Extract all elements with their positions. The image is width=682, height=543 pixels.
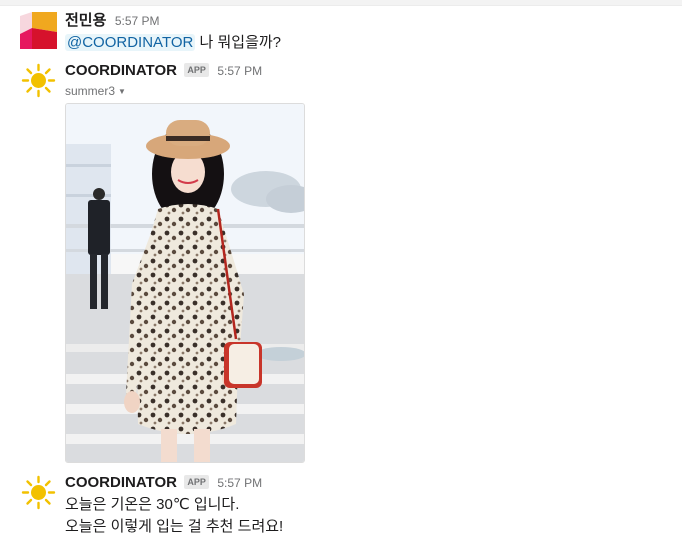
- attachment-title[interactable]: summer3 ▼: [65, 82, 674, 100]
- image-photo: [66, 104, 304, 462]
- sun-icon: [21, 475, 56, 510]
- timestamp[interactable]: 5:57 PM: [217, 64, 262, 78]
- bot-avatar[interactable]: [20, 62, 57, 99]
- message-line: 오늘은 이렇게 입는 걸 추천 드려요!: [65, 518, 284, 535]
- top-divider: [0, 0, 682, 6]
- message-line: 오늘은 기온은 30℃ 입니다.: [65, 496, 240, 513]
- message-body: 나 뭐입을까?: [195, 34, 282, 51]
- bot-avatar[interactable]: [20, 474, 57, 511]
- sender-name[interactable]: COORDINATOR: [65, 62, 177, 79]
- sender-name[interactable]: COORDINATOR: [65, 474, 177, 491]
- sun-icon: [21, 63, 56, 98]
- timestamp[interactable]: 5:57 PM: [115, 14, 160, 28]
- message-text: @COORDINATOR 나 뭐입을까?: [65, 32, 674, 54]
- message-bot-text: COORDINATOR APP 5:57 PM 오늘은 기온은 30℃ 입니다.…: [0, 472, 682, 542]
- slack-user-avatar-icon: [20, 12, 57, 49]
- user-avatar[interactable]: [20, 12, 57, 49]
- sender-name[interactable]: 전민용: [65, 12, 106, 29]
- attachment-image[interactable]: [65, 103, 305, 463]
- app-badge: APP: [184, 475, 209, 489]
- app-badge: APP: [184, 63, 209, 77]
- mention-link[interactable]: @COORDINATOR: [65, 34, 196, 51]
- message-user: 전민용 5:57 PM @COORDINATOR 나 뭐입을까?: [0, 10, 682, 58]
- timestamp[interactable]: 5:57 PM: [217, 476, 262, 490]
- caret-down-icon[interactable]: ▼: [118, 87, 126, 96]
